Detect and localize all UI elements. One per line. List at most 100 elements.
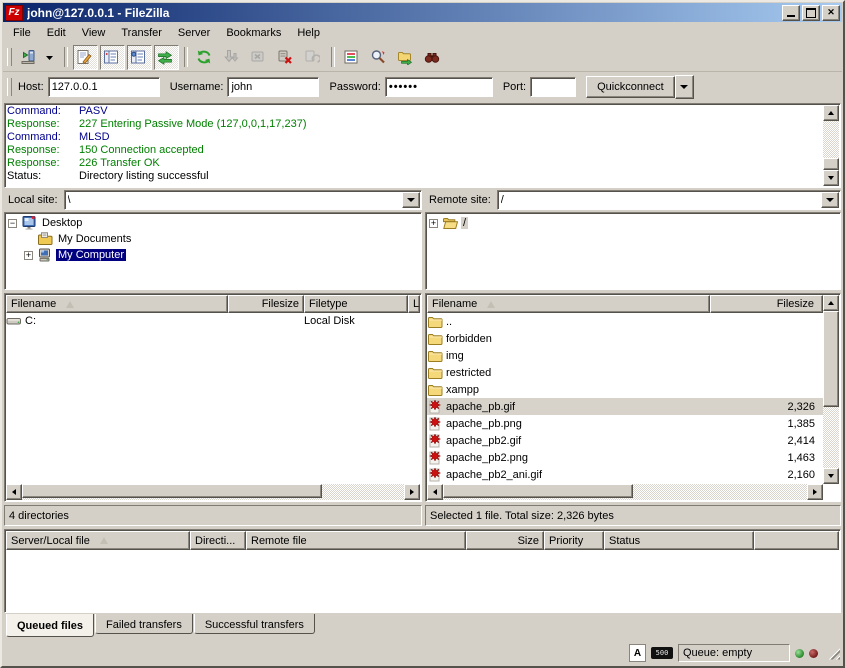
menu-edit[interactable]: Edit — [39, 25, 74, 41]
toolbar-grip[interactable] — [7, 48, 12, 66]
log-scroll-track[interactable] — [823, 121, 839, 170]
port-input[interactable] — [531, 78, 575, 96]
menu-server[interactable]: Server — [170, 25, 218, 41]
column-header-filesize[interactable]: Filesize — [710, 295, 823, 313]
toolbar-grip[interactable] — [7, 78, 12, 96]
close-button[interactable]: ✕ — [822, 5, 840, 21]
scroll-thumb[interactable] — [823, 311, 839, 407]
arrow-down-icon — [828, 474, 834, 478]
file-row-apache-pb-gif[interactable]: apache_pb.gif2,326 — [427, 398, 823, 415]
file-row-apache-pb-png[interactable]: apache_pb.png1,385 — [427, 415, 823, 432]
log-scroll-thumb[interactable] — [823, 158, 839, 170]
scroll-track[interactable] — [22, 484, 404, 500]
scroll-up-button[interactable] — [823, 295, 839, 311]
tab-queued-files[interactable]: Queued files — [6, 614, 94, 637]
column-header-filename[interactable]: Filename — [427, 295, 710, 313]
file-row-apache-pb2-png[interactable]: apache_pb2.png1,463 — [427, 449, 823, 466]
title-bar[interactable]: Fz john@127.0.0.1 - FileZilla ✕ — [3, 3, 842, 22]
refresh-button[interactable] — [193, 45, 218, 70]
column-header-filesize[interactable]: Filesize — [228, 295, 304, 313]
disconnect-button[interactable] — [274, 45, 299, 70]
file-row-forbidden[interactable]: forbidden — [427, 330, 823, 347]
resize-grip[interactable] — [827, 647, 840, 660]
column-header-server-local-file[interactable]: Server/Local file — [6, 531, 190, 550]
file-row-c[interactable]: C:Local Disk — [6, 313, 420, 329]
tree-expander-plus-icon[interactable]: + — [24, 251, 33, 260]
arrow-down-icon — [828, 176, 834, 180]
quickconnect-button[interactable]: Quickconnect — [586, 76, 675, 98]
menu-help[interactable]: Help — [289, 25, 328, 41]
folder-icon — [427, 331, 443, 347]
local-site-input[interactable] — [65, 191, 403, 209]
scroll-down-button[interactable] — [823, 468, 839, 484]
scroll-track[interactable] — [823, 311, 839, 468]
scroll-right-button[interactable] — [807, 484, 823, 500]
column-header-size[interactable]: Size — [466, 531, 544, 550]
tab-successful-transfers[interactable]: Successful transfers — [194, 614, 315, 634]
log-scroll-up-button[interactable] — [823, 105, 839, 121]
file-row-xampp[interactable]: xampp — [427, 381, 823, 398]
minimize-button[interactable] — [782, 5, 800, 21]
site-manager-button[interactable] — [17, 45, 42, 70]
remote-site-input[interactable] — [498, 191, 822, 209]
scroll-left-button[interactable] — [6, 484, 22, 500]
scroll-left-button[interactable] — [427, 484, 443, 500]
maximize-button[interactable] — [802, 5, 820, 21]
tab-failed-transfers[interactable]: Failed transfers — [95, 614, 193, 634]
file-row-item[interactable]: .. — [427, 313, 823, 330]
host-input[interactable] — [49, 78, 159, 96]
scroll-track[interactable] — [443, 484, 807, 500]
log-line-type: Response: — [7, 144, 79, 157]
column-header-filetype[interactable]: Filetype — [304, 295, 408, 313]
remote-site-dropdown-button[interactable] — [821, 192, 839, 208]
file-row-img[interactable]: img — [427, 347, 823, 364]
log-scroll-down-button[interactable] — [823, 170, 839, 186]
synchronized-browsing-button[interactable] — [394, 45, 419, 70]
tree-item-my-documents[interactable]: My Documents — [6, 231, 420, 247]
toggle-message-log-button[interactable] — [73, 45, 98, 70]
toggle-transfer-queue-button[interactable] — [154, 45, 179, 70]
menu-transfer[interactable]: Transfer — [113, 25, 170, 41]
column-header-l[interactable]: L — [408, 295, 420, 313]
local-site-combo — [64, 190, 422, 210]
process-queue-button[interactable] — [220, 45, 245, 70]
column-header-filename[interactable]: Filename — [6, 295, 228, 313]
file-search-button[interactable] — [421, 45, 446, 70]
column-header-remote-file[interactable]: Remote file — [246, 531, 466, 550]
toggle-local-tree-button[interactable] — [100, 45, 125, 70]
tree-expander-minus-icon[interactable]: − — [8, 219, 17, 228]
site-manager-dropdown-button[interactable] — [44, 45, 59, 70]
local-site-dropdown-button[interactable] — [402, 192, 420, 208]
computer-icon — [37, 247, 53, 263]
column-header-blank[interactable] — [754, 531, 839, 550]
quickconnect-dropdown-button[interactable] — [675, 75, 694, 99]
folder-icon — [427, 348, 443, 364]
remote-pane: Remote site: +/ FilenameFilesize ..forbi… — [425, 190, 841, 526]
scroll-thumb[interactable] — [443, 484, 633, 498]
menu-file[interactable]: File — [5, 25, 39, 41]
column-header-status[interactable]: Status — [604, 531, 754, 550]
menu-bookmarks[interactable]: Bookmarks — [218, 25, 289, 41]
file-row-apache-pb2-gif[interactable]: apache_pb2.gif2,414 — [427, 432, 823, 449]
filter-button[interactable] — [340, 45, 365, 70]
file-name: xampp — [446, 384, 479, 396]
reconnect-button[interactable] — [301, 45, 326, 70]
local-file-list: FilenameFilesizeFiletypeL C:Local Disk — [4, 293, 422, 502]
sitemanager-icon — [20, 49, 36, 65]
password-input[interactable] — [386, 78, 492, 96]
scroll-right-button[interactable] — [404, 484, 420, 500]
cancel-button[interactable] — [247, 45, 272, 70]
file-row-restricted[interactable]: restricted — [427, 364, 823, 381]
toggle-remote-tree-button[interactable] — [127, 45, 152, 70]
scroll-thumb[interactable] — [22, 484, 322, 498]
column-header-priority[interactable]: Priority — [544, 531, 604, 550]
directory-comparison-button[interactable] — [367, 45, 392, 70]
menu-view[interactable]: View — [74, 25, 114, 41]
file-row-apache-pb2-ani-gif[interactable]: apache_pb2_ani.gif2,160 — [427, 466, 823, 483]
tree-item-my-computer[interactable]: +My Computer — [6, 247, 420, 263]
column-header-directi[interactable]: Directi... — [190, 531, 246, 550]
username-input[interactable] — [228, 78, 318, 96]
tree-item-item[interactable]: +/ — [427, 215, 839, 231]
tree-item-desktop[interactable]: −Desktop — [6, 215, 420, 231]
tree-expander-plus-icon[interactable]: + — [429, 219, 438, 228]
